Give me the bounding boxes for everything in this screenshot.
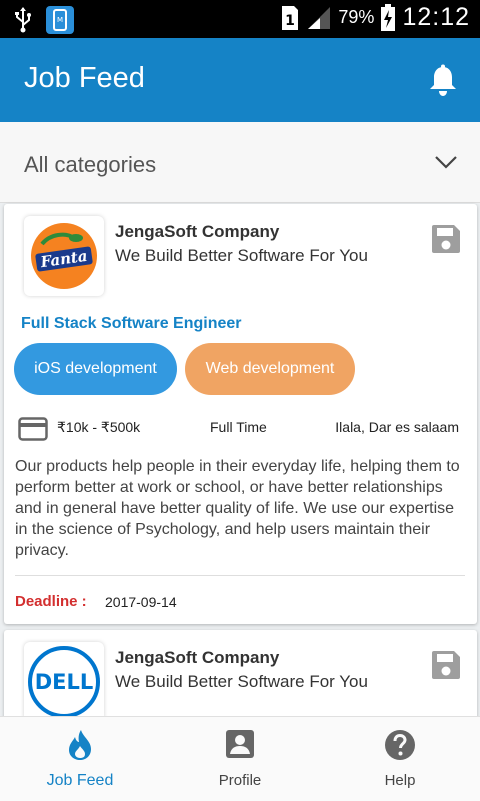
battery-percent: 79% [338, 7, 375, 27]
nav-profile[interactable]: Profile [160, 717, 320, 801]
svg-text:1: 1 [286, 13, 296, 29]
usb-icon [15, 7, 31, 33]
svg-text:DELL: DELL [35, 670, 94, 694]
flame-icon [69, 730, 91, 760]
job-type: Full Time [210, 419, 267, 435]
profile-icon [226, 730, 254, 758]
divider [15, 575, 465, 576]
job-card[interactable]: Fanta JengaSoft Company We Build Better … [4, 204, 477, 624]
company-name: JengaSoft Company [115, 222, 280, 241]
chevron-down-icon[interactable] [434, 154, 458, 170]
bell-icon[interactable] [428, 64, 458, 98]
deadline-date: 2017-09-14 [105, 594, 177, 610]
tag-ios-development[interactable]: iOS development [14, 343, 177, 395]
job-meta: ₹10k - ₹500k Full Time Ilala, Dar es sal… [4, 408, 477, 444]
sim-icon: 1 [282, 5, 299, 30]
company-slogan: We Build Better Software For You [115, 672, 368, 691]
company-name: JengaSoft Company [115, 648, 280, 667]
save-icon[interactable] [431, 650, 461, 680]
nav-label-help: Help [384, 772, 416, 789]
job-description: Our products help people in their everyd… [15, 458, 460, 559]
tag-web-development[interactable]: Web development [185, 343, 355, 395]
job-location: Ilala, Dar es salaam [335, 419, 459, 435]
save-icon[interactable] [431, 224, 461, 254]
signal-icon [308, 6, 331, 29]
bottom-navigation: Job Feed Profile Help [0, 716, 480, 801]
company-logo: Fanta [24, 216, 104, 296]
app-bar: Job Feed [0, 38, 480, 122]
battery-charging-icon [381, 3, 396, 31]
company-logo: DELL [24, 642, 104, 722]
salary-range: ₹10k - ₹500k [57, 419, 141, 435]
svg-text:M: M [57, 16, 63, 24]
deadline-label: Deadline : [15, 593, 87, 610]
notification-icon: M [46, 6, 74, 34]
clock: 12:12 [402, 3, 470, 31]
help-icon [385, 730, 415, 760]
fanta-logo: Fanta [31, 223, 97, 289]
job-title[interactable]: Full Stack Software Engineer [21, 315, 242, 333]
company-slogan: We Build Better Software For You [115, 246, 368, 265]
nav-label-job-feed: Job Feed [46, 772, 114, 789]
dell-logo: DELL [28, 646, 100, 718]
page-title: Job Feed [24, 62, 145, 94]
nav-job-feed[interactable]: Job Feed [0, 717, 160, 801]
nav-label-profile: Profile [218, 772, 262, 789]
credit-card-icon [18, 417, 48, 441]
nav-help[interactable]: Help [320, 717, 480, 801]
status-bar: M 1 79% 12:12 [0, 0, 480, 38]
category-filter[interactable]: All categories [0, 122, 480, 203]
category-selected[interactable]: All categories [24, 152, 156, 178]
